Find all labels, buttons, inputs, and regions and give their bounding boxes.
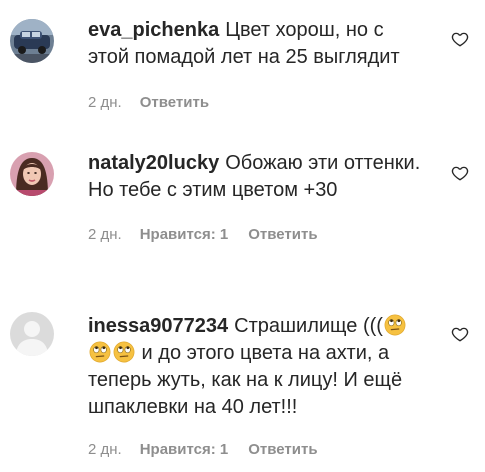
avatar[interactable] bbox=[10, 19, 54, 63]
like-button[interactable] bbox=[451, 325, 469, 343]
comment-meta: 2 дн. Ответить bbox=[88, 94, 428, 112]
avatar[interactable] bbox=[10, 152, 54, 196]
avatar[interactable] bbox=[10, 312, 54, 356]
comment-body: eva_pichenka Цвет хорош, но с этой помадо… bbox=[88, 17, 428, 112]
like-button[interactable] bbox=[451, 164, 469, 182]
likes-count-button[interactable]: Нравится: 1 bbox=[140, 226, 229, 243]
comment-username[interactable]: eva_pichenka bbox=[88, 19, 219, 41]
reply-button[interactable]: Ответить bbox=[248, 441, 317, 458]
heart-outline-icon bbox=[451, 327, 469, 342]
reply-button[interactable]: Ответить bbox=[140, 94, 209, 111]
comment-body: nataly20lucky Обожаю эти оттенки. Но тебе… bbox=[88, 150, 428, 244]
avatar-car-photo bbox=[10, 19, 54, 63]
comment-username[interactable]: inessa9077234 bbox=[88, 315, 228, 337]
face-with-rolling-eyes-icon bbox=[89, 341, 111, 363]
comment-time[interactable]: 2 дн. bbox=[88, 94, 122, 111]
comment-time[interactable]: 2 дн. bbox=[88, 441, 122, 458]
reply-button[interactable]: Ответить bbox=[248, 226, 317, 243]
avatar-default-icon bbox=[10, 312, 54, 356]
face-with-rolling-eyes-icon bbox=[113, 341, 135, 363]
heart-outline-icon bbox=[451, 32, 469, 47]
comment-text: Страшилище ((( bbox=[234, 315, 383, 337]
comment-meta: 2 дн. Нравится: 1 Ответить bbox=[88, 441, 428, 459]
face-with-rolling-eyes-icon bbox=[384, 314, 406, 336]
like-button[interactable] bbox=[451, 30, 469, 48]
comment-username[interactable]: nataly20lucky bbox=[88, 152, 219, 174]
comment-meta: 2 дн. Нравится: 1 Ответить bbox=[88, 226, 428, 244]
comment-body: inessa9077234 Страшилище ((( и до этого ц… bbox=[88, 313, 428, 459]
avatar-woman-photo bbox=[10, 152, 54, 196]
comment-text-block: inessa9077234 Страшилище ((( и до этого ц… bbox=[88, 313, 428, 421]
comment-text-block: nataly20lucky Обожаю эти оттенки. Но тебе… bbox=[88, 150, 428, 204]
heart-outline-icon bbox=[451, 166, 469, 181]
comment-time[interactable]: 2 дн. bbox=[88, 226, 122, 243]
likes-count-button[interactable]: Нравится: 1 bbox=[140, 441, 229, 458]
comment-text: и до этого цвета на ахти, а теперь жуть,… bbox=[88, 342, 403, 418]
comment-text-block: eva_pichenka Цвет хорош, но с этой помадо… bbox=[88, 17, 428, 71]
